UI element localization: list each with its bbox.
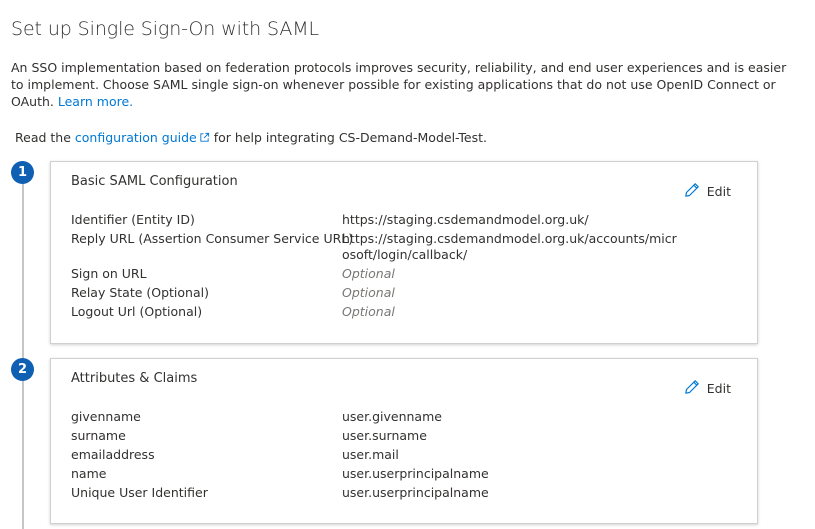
claim-row: Unique User Identifier user.userprincipa… [71,485,731,501]
steps-timeline [22,170,24,529]
edit-label: Edit [706,381,731,396]
page-title: Set up Single Sign-On with SAML [11,18,320,40]
pencil-icon [684,379,700,398]
claim-label: surname [71,428,126,443]
attributes-claims-card: Attributes & Claims Edit givenname user.… [50,358,758,524]
field-row: Logout Url (Optional) Optional [71,304,731,320]
config-guide-line: Read the configuration guide for help in… [15,130,487,145]
field-label: Sign on URL [71,266,147,281]
basic-saml-edit-button[interactable]: Edit [684,182,731,201]
field-label: Relay State (Optional) [71,285,209,300]
field-value: Optional [342,266,395,281]
claims-fields: givenname user.givenname surname user.su… [71,409,731,504]
claim-value: user.userprincipalname [342,466,489,481]
claim-value: user.givenname [342,409,442,424]
claim-row: name user.userprincipalname [71,466,731,482]
step-1-badge: 1 [11,161,34,184]
claim-label: Unique User Identifier [71,485,208,500]
field-label: Reply URL (Assertion Consumer Service UR… [71,231,354,246]
intro-paragraph: An SSO implementation based on federatio… [11,59,801,110]
basic-saml-title: Basic SAML Configuration [71,174,238,189]
configuration-guide-label: configuration guide [74,130,197,145]
claim-value: user.userprincipalname [342,485,489,500]
attributes-claims-edit-button[interactable]: Edit [684,379,731,398]
configuration-guide-link[interactable]: configuration guide [75,130,210,145]
claim-label: givenname [71,409,141,424]
claim-row: givenname user.givenname [71,409,731,425]
field-value: Optional [342,285,395,300]
basic-saml-fields: Identifier (Entity ID) https://staging.c… [71,212,731,323]
field-value: Optional [342,304,395,319]
claim-row: emailaddress user.mail [71,447,731,463]
attributes-claims-title: Attributes & Claims [71,371,198,386]
field-label: Logout Url (Optional) [71,304,203,319]
learn-more-link[interactable]: Learn more. [58,94,133,109]
field-row: Identifier (Entity ID) https://staging.c… [71,212,731,228]
field-row: Reply URL (Assertion Consumer Service UR… [71,231,731,263]
read-prefix: Read the [15,130,71,145]
basic-saml-configuration-card: Basic SAML Configuration Edit Identifier… [50,161,758,344]
claim-label: name [71,466,107,481]
field-value: https://staging.csdemandmodel.org.uk/acc… [342,231,677,262]
field-label: Identifier (Entity ID) [71,212,195,227]
pencil-icon [684,182,700,201]
external-link-icon [199,131,210,142]
read-suffix: for help integrating CS-Demand-Model-Tes… [213,130,487,145]
step-2-badge: 2 [11,358,34,381]
claim-value: user.surname [342,428,427,443]
field-value: https://staging.csdemandmodel.org.uk/ [342,212,589,227]
claim-row: surname user.surname [71,428,731,444]
field-row: Sign on URL Optional [71,266,731,282]
edit-label: Edit [706,184,731,199]
field-row: Relay State (Optional) Optional [71,285,731,301]
claim-value: user.mail [342,447,399,462]
claim-label: emailaddress [71,447,155,462]
